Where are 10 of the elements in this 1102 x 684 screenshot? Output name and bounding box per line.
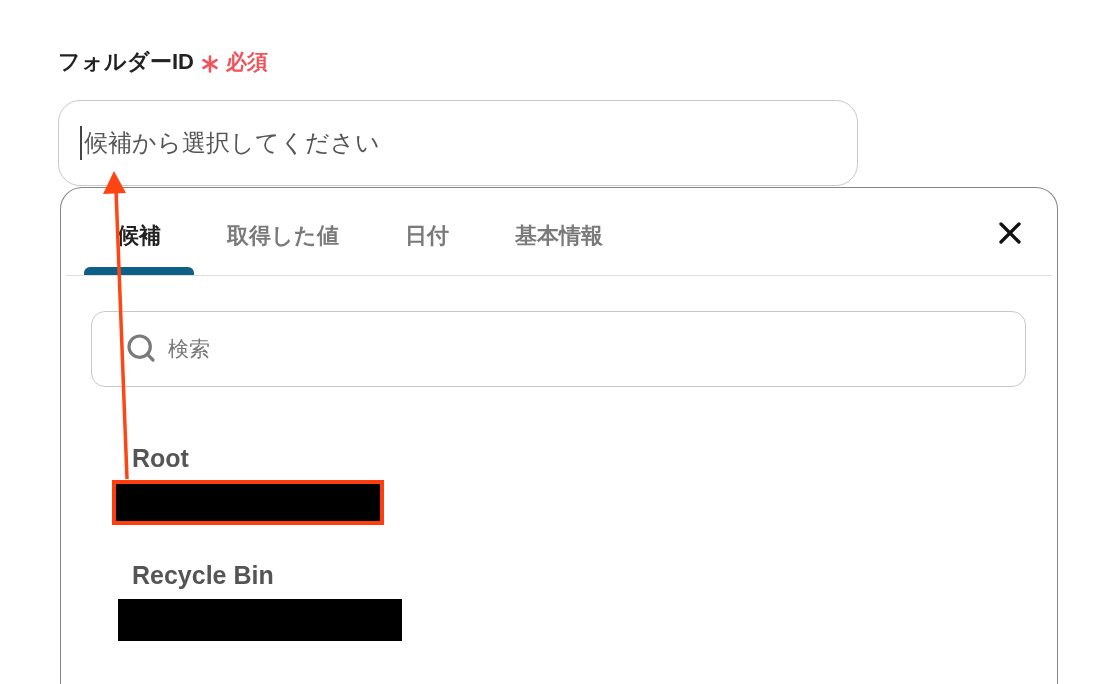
search-field[interactable]: 検索 <box>91 311 1026 387</box>
field-label: フォルダーID <box>58 48 194 76</box>
tab[interactable]: 基本情報 <box>482 188 636 275</box>
tab[interactable]: 日付 <box>372 188 482 275</box>
required-text: 必須 <box>226 49 268 75</box>
search-icon <box>125 332 157 364</box>
folder-name[interactable]: Root <box>132 442 189 474</box>
folder-name[interactable]: Recycle Bin <box>132 559 274 591</box>
tab[interactable]: 取得した値 <box>194 188 372 275</box>
select-field[interactable]: 候補から選択してください <box>58 100 858 186</box>
